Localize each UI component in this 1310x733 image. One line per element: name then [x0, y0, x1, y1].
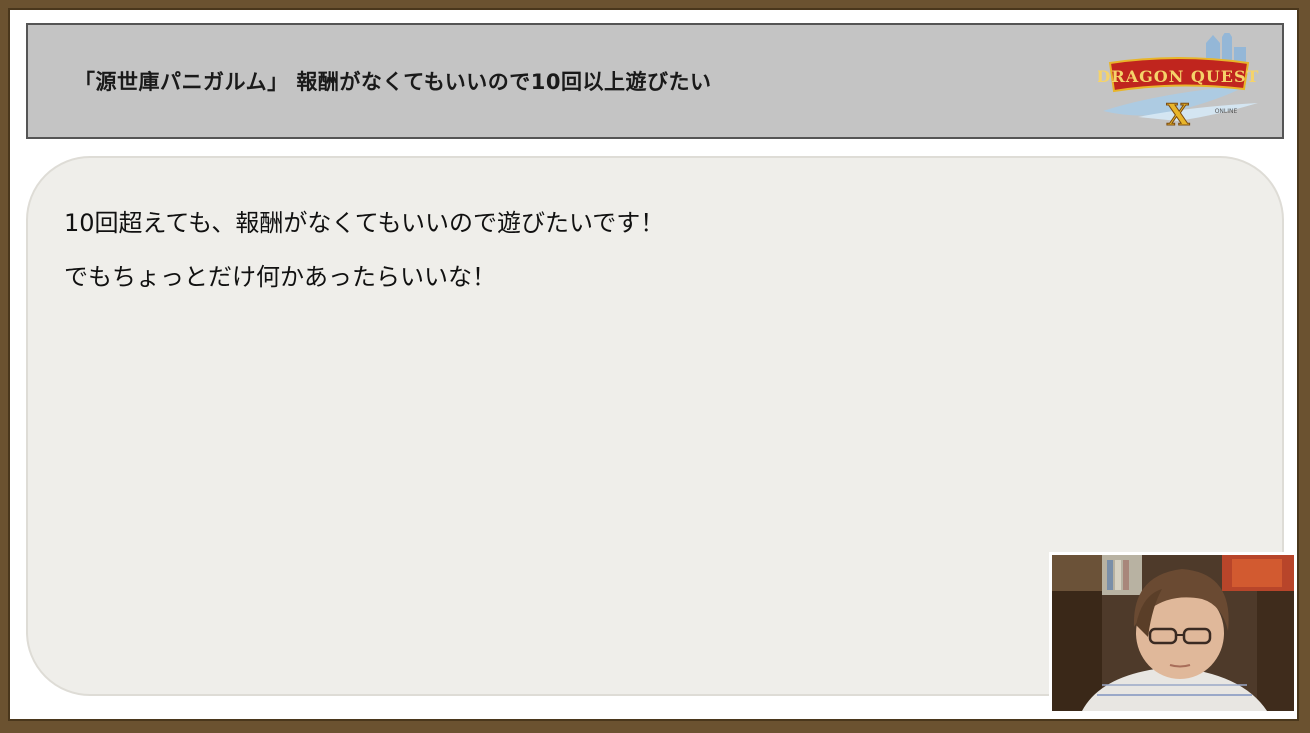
message-line: でもちょっとだけ何かあったらいいな！	[64, 263, 496, 291]
webcam-overlay	[1049, 552, 1297, 714]
svg-text:X: X	[1166, 98, 1190, 133]
presenter-video	[1052, 555, 1294, 711]
slide-title: 「源世庫パニガルム」 報酬がなくてもいいので10回以上遊びたい	[74, 70, 712, 94]
title-bar: 「源世庫パニガルム」 報酬がなくてもいいので10回以上遊びたい DRAGON Q…	[26, 23, 1284, 139]
svg-text:DRAGON QUEST: DRAGON QUEST	[1098, 67, 1259, 86]
svg-text:ONLINE: ONLINE	[1215, 108, 1238, 115]
dragon-quest-x-logo: DRAGON QUEST X ONLINE	[1098, 33, 1259, 133]
message-line: 10回超えても、報酬がなくてもいいので遊びたいです！	[64, 209, 665, 237]
